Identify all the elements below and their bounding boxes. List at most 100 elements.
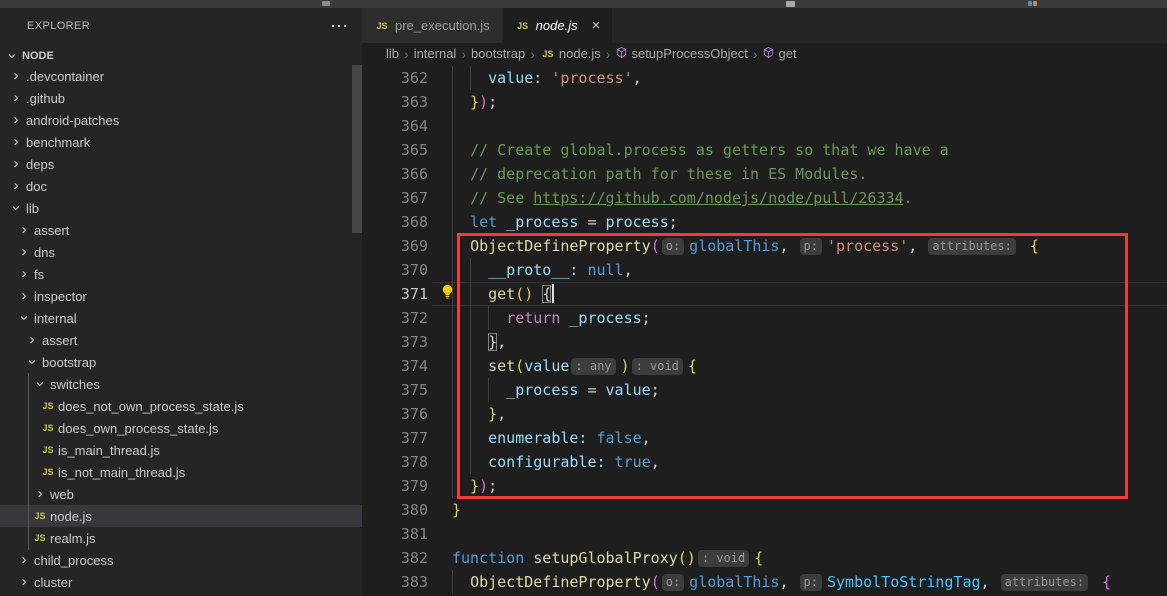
line-number[interactable]: 378 <box>362 450 428 474</box>
code-token: = <box>578 381 605 399</box>
line-number[interactable]: 365 <box>362 138 428 162</box>
code-line-366[interactable]: // deprecation path for these in ES Modu… <box>452 162 1111 186</box>
breadcrumb-item-lib[interactable]: lib <box>386 46 399 61</box>
chevron-right-icon: › <box>8 91 24 105</box>
line-number[interactable]: 371 <box>362 282 428 306</box>
code-token: setupGlobalProxy <box>533 549 678 567</box>
line-number[interactable]: 364 <box>362 114 428 138</box>
code-token: , <box>642 429 651 447</box>
tree-item-fs[interactable]: ›fs <box>0 263 362 285</box>
tree-item-android-patches[interactable]: ›android-patches <box>0 109 362 131</box>
line-number[interactable]: 373 <box>362 330 428 354</box>
tree-item-child_process[interactable]: ›child_process <box>0 549 362 571</box>
tree-item-does_own_process_state.js[interactable]: JSdoes_own_process_state.js <box>0 417 362 439</box>
code-line-363[interactable]: }); <box>452 90 1111 114</box>
breadcrumb-item-get[interactable]: get <box>762 46 796 62</box>
tree-item-does_not_own_process_state.js[interactable]: JSdoes_not_own_process_state.js <box>0 395 362 417</box>
tree-item-is_not_main_thread.js[interactable]: JSis_not_main_thread.js <box>0 461 362 483</box>
line-number[interactable]: 374 <box>362 354 428 378</box>
line-number[interactable]: 379 <box>362 474 428 498</box>
tree-item-benchmark[interactable]: ›benchmark <box>0 131 362 153</box>
line-number[interactable]: 377 <box>362 426 428 450</box>
breadcrumb-item-node.js[interactable]: JSnode.js <box>540 46 601 61</box>
tree-item-inspector[interactable]: ›inspector <box>0 285 362 307</box>
line-number[interactable]: 383 <box>362 570 428 594</box>
tree-item-node.js[interactable]: JSnode.js <box>0 505 362 527</box>
code-line-376[interactable]: }, <box>452 402 1111 426</box>
line-number[interactable]: 363 <box>362 90 428 114</box>
code-line-364[interactable] <box>452 114 1111 138</box>
code-token <box>452 309 506 327</box>
tree-item-label: lib <box>26 201 39 216</box>
tree-item-web[interactable]: ›web <box>0 483 362 505</box>
inlay-hint: p: <box>800 238 822 255</box>
line-number[interactable]: 382 <box>362 546 428 570</box>
chevron-down-icon: › <box>5 48 19 64</box>
line-number[interactable]: 372 <box>362 306 428 330</box>
line-number[interactable]: 370 <box>362 258 428 282</box>
line-number[interactable]: 369 <box>362 234 428 258</box>
code-editor[interactable]: 3623633643653663673683693703713723733743… <box>362 64 1167 596</box>
code-line-372[interactable]: return _process; <box>452 306 1111 330</box>
tree-item-.devcontainer[interactable]: ›.devcontainer <box>0 65 362 87</box>
code-line-362[interactable]: value: 'process', <box>452 66 1111 90</box>
tree-item-switches[interactable]: ›switches <box>0 373 362 395</box>
tree-item-deps[interactable]: ›deps <box>0 153 362 175</box>
code-line-379[interactable]: }); <box>452 474 1111 498</box>
code-line-369[interactable]: ObjectDefineProperty(o:globalThis, p:'pr… <box>452 234 1111 258</box>
code-line-378[interactable]: configurable: true, <box>452 450 1111 474</box>
sidebar-scrollbar-thumb[interactable] <box>352 65 362 233</box>
line-number[interactable]: 376 <box>362 402 428 426</box>
code-line-365[interactable]: // Create global.process as getters so t… <box>452 138 1111 162</box>
line-number[interactable]: 381 <box>362 522 428 546</box>
tree-item-bootstrap[interactable]: ›bootstrap <box>0 351 362 373</box>
breadcrumb-item-bootstrap[interactable]: bootstrap <box>471 46 525 61</box>
tree-item-realm.js[interactable]: JSrealm.js <box>0 527 362 549</box>
tree-item-assert[interactable]: ›assert <box>0 329 362 351</box>
tree-item-dns[interactable]: ›dns <box>0 241 362 263</box>
section-header-node[interactable]: › NODE <box>0 45 362 67</box>
tree-item-lib[interactable]: ›lib <box>0 197 362 219</box>
code-token: , <box>624 261 633 279</box>
tree-item-is_main_thread.js[interactable]: JSis_main_thread.js <box>0 439 362 461</box>
chevron-separator-icon: › <box>606 46 611 62</box>
tree-item-label: realm.js <box>50 531 96 546</box>
tree-item-doc[interactable]: ›doc <box>0 175 362 197</box>
tree-item-internal[interactable]: ›internal <box>0 307 362 329</box>
lightbulb-icon[interactable] <box>440 284 455 299</box>
code-line-383[interactable]: ObjectDefineProperty(o:globalThis, p:Sym… <box>452 570 1111 594</box>
tree-item-assert[interactable]: ›assert <box>0 219 362 241</box>
line-number[interactable]: 380 <box>362 498 428 522</box>
code-line-377[interactable]: enumerable: false, <box>452 426 1111 450</box>
close-icon[interactable]: × <box>592 18 601 33</box>
breadcrumb-item-setupProcessObject[interactable]: setupProcessObject <box>615 46 747 62</box>
code-line-375[interactable]: _process = value; <box>452 378 1111 402</box>
breadcrumb-item-internal[interactable]: internal <box>414 46 457 61</box>
code-line-368[interactable]: let _process = process; <box>452 210 1111 234</box>
line-number[interactable]: 368 <box>362 210 428 234</box>
tree-item-.github[interactable]: ›.github <box>0 87 362 109</box>
code-line-374[interactable]: set(value: any): void{ <box>452 354 1111 378</box>
more-actions-icon[interactable]: ⋯ <box>330 21 348 31</box>
line-number[interactable]: 362 <box>362 66 428 90</box>
code-line-381[interactable] <box>452 522 1111 546</box>
tab-node.js[interactable]: JSnode.js× <box>503 8 613 43</box>
code-line-380[interactable]: } <box>452 498 1111 522</box>
code-line-367[interactable]: // See https://github.com/nodejs/node/pu… <box>452 186 1111 210</box>
code-line-371[interactable]: get() { <box>452 282 1111 306</box>
chevron-down-icon: › <box>25 354 39 370</box>
line-number[interactable]: 367 <box>362 186 428 210</box>
line-number[interactable]: 366 <box>362 162 428 186</box>
js-file-icon: JS <box>32 511 48 521</box>
code-line-370[interactable]: __proto__: null, <box>452 258 1111 282</box>
line-number[interactable]: 375 <box>362 378 428 402</box>
tab-pre_execution.js[interactable]: JSpre_execution.js <box>362 8 503 43</box>
tree-item-label: does_not_own_process_state.js <box>58 399 244 414</box>
code-token: } <box>470 93 479 111</box>
code-line-382[interactable]: function setupGlobalProxy(): void{ <box>452 546 1111 570</box>
tree-item-label: .github <box>26 91 65 106</box>
breadcrumb-label: internal <box>414 46 457 61</box>
tree-item-cluster[interactable]: ›cluster <box>0 571 362 593</box>
code-line-373[interactable]: }, <box>452 330 1111 354</box>
code-token: _process <box>506 381 578 399</box>
